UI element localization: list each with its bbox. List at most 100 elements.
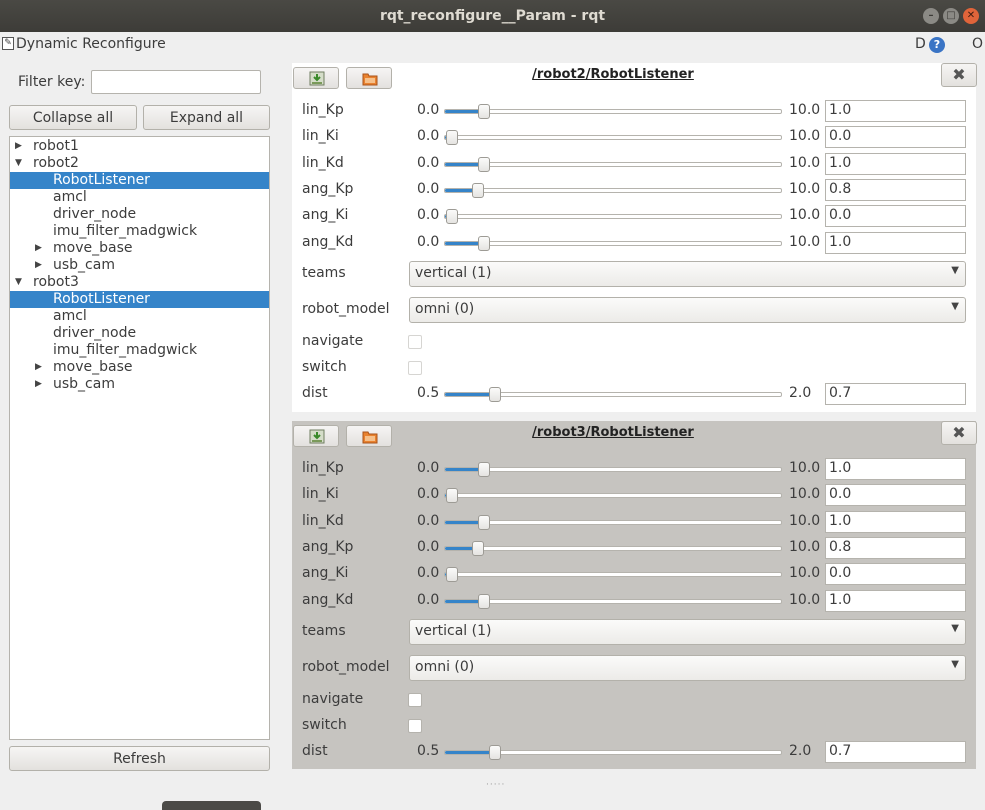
collapse-all-button[interactable]: Collapse all [9, 105, 137, 130]
slider-handle[interactable] [478, 515, 490, 530]
slider-handle[interactable] [446, 130, 458, 145]
tree-item[interactable]: driver_node [10, 325, 269, 342]
param-name: lin_Kd [302, 513, 344, 529]
param-slider[interactable] [444, 209, 782, 224]
slider-handle[interactable] [478, 236, 490, 251]
param-value-field[interactable]: 1.0 [825, 100, 966, 122]
plugin-o-button[interactable]: O [972, 36, 983, 52]
dropdown-arrow-icon: ▼ [951, 301, 959, 312]
robot-model-dropdown[interactable]: omni (0) ▼ [409, 655, 966, 681]
expanded-arrow-icon[interactable]: ▼ [15, 274, 25, 291]
param-slider[interactable] [444, 594, 782, 609]
minimize-button[interactable]: – [923, 8, 939, 24]
close-panel-button[interactable]: ✖ [941, 63, 977, 87]
param-value-field[interactable]: 0.8 [825, 179, 966, 201]
node-tree[interactable]: ▶ robot1 ▼ robot2 RobotListener amcl driver_no… [9, 136, 270, 740]
help-icon[interactable]: ? [929, 37, 945, 53]
param-slider[interactable] [444, 236, 782, 251]
splitter-grip[interactable]: ····· [486, 780, 505, 790]
param-slider[interactable] [444, 104, 782, 119]
slider-handle[interactable] [446, 209, 458, 224]
slider-handle[interactable] [472, 183, 484, 198]
collapsed-arrow-icon[interactable]: ▶ [35, 240, 45, 257]
navigate-checkbox[interactable] [408, 693, 422, 707]
switch-row: switch [292, 355, 976, 381]
param-value-field[interactable]: 1.0 [825, 590, 966, 612]
tree-item[interactable]: RobotListener [10, 172, 269, 189]
param-slider[interactable] [444, 515, 782, 530]
param-slider[interactable] [444, 387, 782, 402]
navigate-checkbox[interactable] [408, 335, 422, 349]
param-value-field[interactable]: 0.8 [825, 537, 966, 559]
dropdown-arrow-icon: ▼ [951, 623, 959, 634]
filter-key-label: Filter key: [18, 74, 86, 90]
slider-handle[interactable] [478, 594, 490, 609]
param-slider[interactable] [444, 130, 782, 145]
param-value-field[interactable]: 0.7 [825, 741, 966, 763]
param-slider[interactable] [444, 183, 782, 198]
param-slider[interactable] [444, 745, 782, 760]
tree-item[interactable]: driver_node [10, 206, 269, 223]
param-name: lin_Ki [302, 486, 339, 502]
dropdown-arrow-icon: ▼ [951, 265, 959, 276]
expand-all-button[interactable]: Expand all [143, 105, 270, 130]
teams-dropdown[interactable]: vertical (1) ▼ [409, 261, 966, 287]
param-slider[interactable] [444, 462, 782, 477]
slider-handle[interactable] [478, 462, 490, 477]
param-row: ang_Kd 0.0 10.0 1.0 [292, 230, 976, 256]
param-slider[interactable] [444, 541, 782, 556]
tree-item[interactable]: ▶ move_base [10, 359, 269, 376]
param-row: lin_Kp 0.0 10.0 1.0 [292, 98, 976, 124]
param-value-field[interactable]: 0.0 [825, 563, 966, 585]
panel-title: /robot3/RobotListener [532, 425, 694, 440]
param-min: 0.0 [417, 155, 440, 171]
switch-checkbox[interactable] [408, 719, 422, 733]
param-value-field[interactable]: 1.0 [825, 153, 966, 175]
param-slider[interactable] [444, 157, 782, 172]
collapsed-arrow-icon[interactable]: ▶ [35, 257, 45, 274]
close-window-button[interactable]: ✕ [963, 8, 979, 24]
tree-item[interactable]: ▶ move_base [10, 240, 269, 257]
param-slider[interactable] [444, 567, 782, 582]
param-slider[interactable] [444, 488, 782, 503]
slider-handle[interactable] [489, 745, 501, 760]
slider-handle[interactable] [472, 541, 484, 556]
slider-handle[interactable] [478, 157, 490, 172]
switch-checkbox[interactable] [408, 361, 422, 375]
tree-item[interactable]: ▼ robot2 [10, 155, 269, 172]
param-min: 0.0 [417, 592, 440, 608]
teams-dropdown[interactable]: vertical (1) ▼ [409, 619, 966, 645]
collapsed-arrow-icon[interactable]: ▶ [15, 138, 25, 155]
tree-item-label: robot2 [33, 155, 79, 171]
slider-handle[interactable] [446, 488, 458, 503]
tree-item[interactable]: amcl [10, 189, 269, 206]
tree-item[interactable]: ▶ usb_cam [10, 376, 269, 393]
param-value-field[interactable]: 1.0 [825, 511, 966, 533]
tree-item[interactable]: ▼ robot3 [10, 274, 269, 291]
tree-item[interactable]: ▶ usb_cam [10, 257, 269, 274]
slider-handle[interactable] [489, 387, 501, 402]
param-value-field[interactable]: 1.0 [825, 458, 966, 480]
refresh-button[interactable]: Refresh [9, 746, 270, 771]
expanded-arrow-icon[interactable]: ▼ [15, 155, 25, 172]
slider-handle[interactable] [478, 104, 490, 119]
param-value-field[interactable]: 0.0 [825, 484, 966, 506]
param-value-field[interactable]: 0.0 [825, 126, 966, 148]
tree-item[interactable]: ▶ robot1 [10, 138, 269, 155]
filter-key-input[interactable] [91, 70, 261, 94]
tree-item[interactable]: amcl [10, 308, 269, 325]
param-name: lin_Kd [302, 155, 344, 171]
tree-item[interactable]: RobotListener [10, 291, 269, 308]
param-value-field[interactable]: 0.0 [825, 205, 966, 227]
param-value-field[interactable]: 0.7 [825, 383, 966, 405]
param-value-field[interactable]: 1.0 [825, 232, 966, 254]
robot-model-dropdown[interactable]: omni (0) ▼ [409, 297, 966, 323]
maximize-button[interactable]: □ [943, 8, 959, 24]
slider-handle[interactable] [446, 567, 458, 582]
collapsed-arrow-icon[interactable]: ▶ [35, 359, 45, 376]
collapsed-arrow-icon[interactable]: ▶ [35, 376, 45, 393]
close-panel-button[interactable]: ✖ [941, 421, 977, 445]
tree-item[interactable]: imu_filter_madgwick [10, 342, 269, 359]
tree-item[interactable]: imu_filter_madgwick [10, 223, 269, 240]
plugin-d-button[interactable]: D [915, 36, 926, 52]
